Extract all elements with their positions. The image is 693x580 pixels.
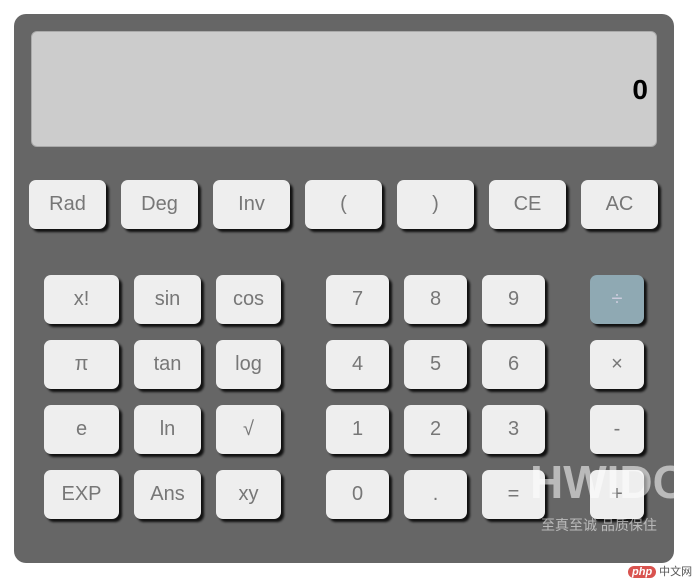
key-3-button[interactable]: 3: [482, 405, 545, 454]
key-ans-button[interactable]: Ans: [134, 470, 201, 519]
key-close-paren-button[interactable]: ): [397, 180, 474, 229]
key-xy-button[interactable]: xy: [216, 470, 281, 519]
display-value: 0: [632, 74, 648, 105]
key-deg-button[interactable]: Deg: [121, 180, 198, 229]
key-ac-button[interactable]: AC: [581, 180, 658, 229]
key-9-button[interactable]: 9: [482, 275, 545, 324]
key-decimal-button[interactable]: .: [404, 470, 467, 519]
key-sqrt-button[interactable]: √: [216, 405, 281, 454]
key-e-button[interactable]: e: [44, 405, 119, 454]
key-tan-button[interactable]: tan: [134, 340, 201, 389]
key-rad-button[interactable]: Rad: [29, 180, 106, 229]
key-open-paren-button[interactable]: (: [305, 180, 382, 229]
key-divide-button[interactable]: ÷: [590, 275, 644, 324]
key-equals-button[interactable]: =: [482, 470, 545, 519]
key-8-button[interactable]: 8: [404, 275, 467, 324]
key-sin-button[interactable]: sin: [134, 275, 201, 324]
key-2-button[interactable]: 2: [404, 405, 467, 454]
key-4-button[interactable]: 4: [326, 340, 389, 389]
key-factorial-button[interactable]: x!: [44, 275, 119, 324]
site-logo: php 中文网: [628, 563, 692, 579]
key-7-button[interactable]: 7: [326, 275, 389, 324]
key-ce-button[interactable]: CE: [489, 180, 566, 229]
key-pi-button[interactable]: π: [44, 340, 119, 389]
key-0-button[interactable]: 0: [326, 470, 389, 519]
key-subtract-button[interactable]: -: [590, 405, 644, 454]
key-1-button[interactable]: 1: [326, 405, 389, 454]
key-6-button[interactable]: 6: [482, 340, 545, 389]
key-5-button[interactable]: 5: [404, 340, 467, 389]
php-logo: php: [628, 566, 657, 578]
key-cos-button[interactable]: cos: [216, 275, 281, 324]
key-inv-button[interactable]: Inv: [213, 180, 290, 229]
key-ln-button[interactable]: ln: [134, 405, 201, 454]
key-exp-button[interactable]: EXP: [44, 470, 119, 519]
display: 0: [31, 31, 657, 147]
site-text: 中文网: [659, 566, 693, 578]
key-multiply-button[interactable]: ×: [590, 340, 644, 389]
key-add-button[interactable]: +: [590, 470, 644, 519]
key-log-button[interactable]: log: [216, 340, 281, 389]
